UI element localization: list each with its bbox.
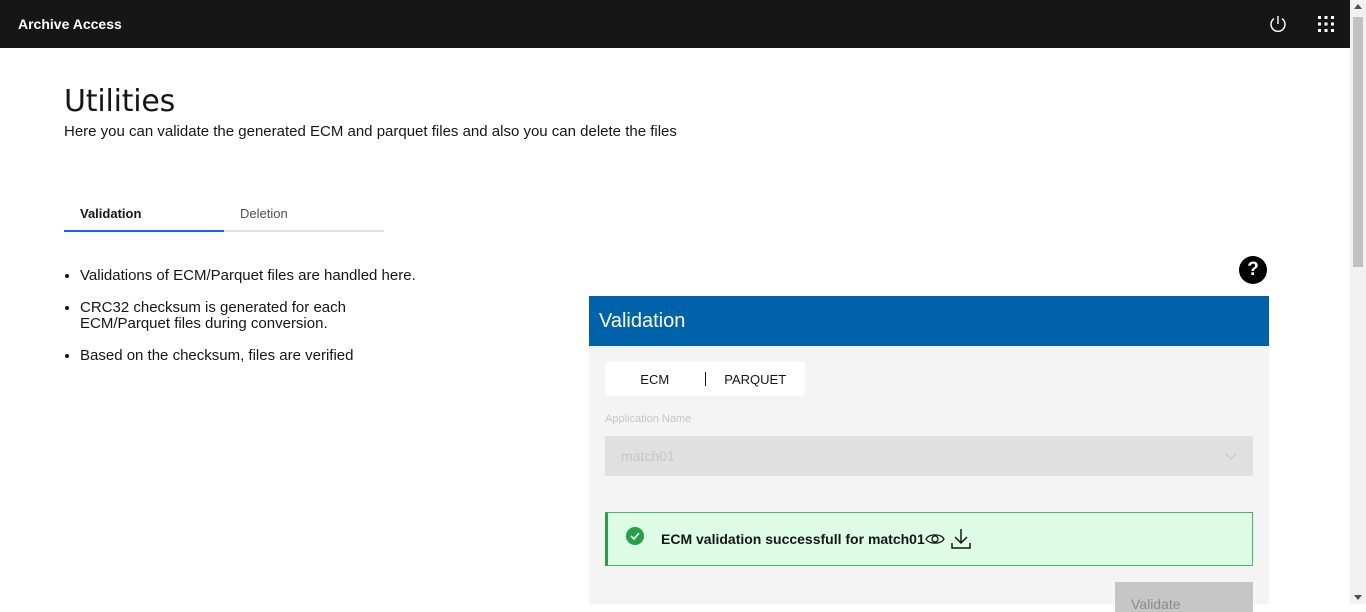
scroll-thumb[interactable]: [1353, 17, 1363, 267]
checkmark-icon: [626, 527, 644, 545]
list-item: CRC32 checksum is generated for each ECM…: [80, 300, 380, 332]
list-item: Based on the checksum, files are verifie…: [80, 348, 480, 364]
application-name-select[interactable]: match01: [605, 436, 1253, 476]
application-name-label: Application Name: [605, 413, 692, 425]
tab-deletion[interactable]: Deletion: [224, 196, 384, 232]
utility-tabs: Validation Deletion: [64, 196, 385, 232]
scroll-down-icon[interactable]: [1354, 595, 1362, 600]
validate-button[interactable]: Validate: [1115, 582, 1253, 612]
help-icon[interactable]: ?: [1239, 256, 1267, 284]
power-button[interactable]: [1254, 0, 1302, 48]
switch-ecm[interactable]: ECM: [605, 372, 705, 387]
scroll-up-icon[interactable]: [1354, 4, 1362, 9]
tab-validation[interactable]: Validation: [64, 196, 224, 232]
list-item: Validations of ECM/Parquet files are han…: [80, 268, 480, 284]
validation-panel: Validation ECM PARQUET Application Name …: [589, 296, 1269, 612]
page-scrollbar[interactable]: [1350, 0, 1366, 604]
page-title: Utilities: [64, 84, 176, 119]
page-description: Here you can validate the generated ECM …: [64, 123, 677, 140]
app-title[interactable]: Archive Access: [18, 16, 122, 32]
view-icon[interactable]: [925, 530, 945, 548]
app-switcher-icon: [1318, 16, 1334, 32]
panel-title: Validation: [589, 296, 1269, 346]
switch-parquet[interactable]: PARQUET: [706, 372, 806, 387]
file-type-switcher: ECM PARQUET: [605, 362, 805, 396]
app-switcher-button[interactable]: [1302, 0, 1350, 48]
application-name-value: match01: [621, 448, 675, 464]
top-header: Archive Access: [0, 0, 1350, 48]
power-icon: [1270, 16, 1286, 32]
success-notification: ECM validation successfull for match01: [605, 512, 1253, 566]
download-icon[interactable]: [951, 528, 971, 550]
chevron-down-icon: [1225, 448, 1237, 460]
header-actions: [1254, 0, 1350, 48]
notification-text: ECM validation successfull for match01: [661, 531, 925, 547]
info-list: Validations of ECM/Parquet files are han…: [80, 268, 480, 380]
